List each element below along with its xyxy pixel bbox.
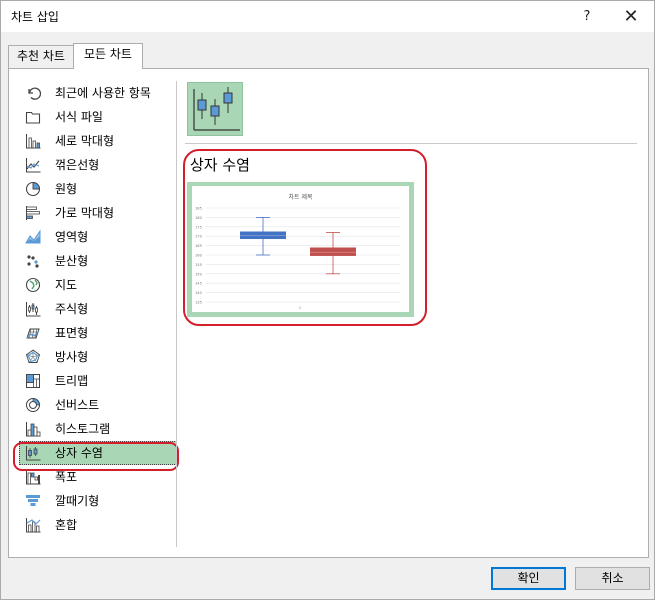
bar-chart-icon (26, 206, 40, 220)
stock-chart-icon (26, 302, 41, 317)
tab-all-charts[interactable]: 모든 차트 (73, 43, 143, 69)
chart-category-label: 표면형 (55, 326, 89, 340)
map-chart-icon (25, 277, 41, 293)
chart-category-label: 최근에 사용한 항목 (55, 86, 151, 100)
title-bar: 차트 삽입 ? ✕ (1, 1, 654, 32)
chart-category-label: 트리맵 (55, 374, 89, 388)
scatter-chart-icon (27, 255, 39, 268)
chart-category-item[interactable]: 꺾은선형 (19, 153, 177, 177)
chart-category-label: 깔때기형 (55, 494, 100, 508)
tab-recommended-charts[interactable]: 추천 차트 (8, 45, 74, 68)
chart-preview[interactable]: 차트 제목 135 140 145 150 155 160 165 170 175 180 185 1 (187, 182, 414, 317)
waterfall-chart-icon (26, 470, 41, 485)
chart-category-item[interactable]: 혼합 (19, 513, 177, 537)
y-tick-label: 175 (195, 225, 202, 229)
surface-chart-icon (26, 328, 40, 339)
chart-category-item[interactable]: 최근에 사용한 항목 (19, 81, 177, 105)
column-chart-icon (26, 134, 41, 149)
close-button[interactable]: ✕ (611, 1, 651, 32)
chart-category-label: 원형 (55, 182, 78, 196)
chart-category-item[interactable]: 방사형 (19, 345, 177, 369)
chart-category-item[interactable]: 서식 파일 (19, 105, 177, 129)
chart-category-label: 세로 막대형 (55, 134, 115, 148)
y-tick-label: 150 (195, 272, 203, 276)
ok-button[interactable]: 확인 (491, 567, 566, 590)
chart-category-item[interactable]: 선버스트 (19, 393, 177, 417)
x-tick-label: 1 (299, 306, 301, 310)
chart-category-item[interactable]: 표면형 (19, 321, 177, 345)
sunburst-chart-icon (26, 398, 40, 412)
y-tick-label: 140 (195, 291, 203, 295)
chart-category-label: 분산형 (55, 254, 89, 268)
chart-category-item[interactable]: 분산형 (19, 249, 177, 273)
chart-category-item[interactable]: 지도 (19, 273, 177, 297)
histogram-chart-icon (26, 422, 41, 437)
help-button[interactable]: ? (567, 1, 607, 32)
box (310, 247, 356, 256)
chart-category-item[interactable]: 세로 막대형 (19, 129, 177, 153)
dialog-title: 차트 삽입 (11, 10, 59, 24)
chart-category-item[interactable]: 영역형 (19, 225, 177, 249)
chart-subtype-box-whisker[interactable] (187, 82, 243, 136)
y-tick-label: 145 (195, 282, 202, 286)
divider (176, 81, 177, 547)
chart-category-label: 영역형 (55, 230, 89, 244)
insert-chart-dialog: 차트 삽입 ? ✕ 추천 차트 모든 차트 최근에 사용한 항목서식 파일세로 … (0, 0, 655, 600)
y-tick-label: 155 (195, 263, 202, 267)
y-tick-label: 165 (195, 244, 202, 248)
chart-category-label: 가로 막대형 (55, 206, 115, 220)
pie-chart-icon (25, 181, 41, 197)
chart-category-item[interactable]: 주식형 (19, 297, 177, 321)
y-tick-label: 135 (195, 301, 202, 305)
y-tick-label: 170 (195, 235, 203, 239)
chart-category-item[interactable]: 가로 막대형 (19, 201, 177, 225)
chart-type-heading: 상자 수염 (190, 156, 250, 174)
chart-category-item[interactable]: 히스토그램 (19, 417, 177, 441)
treemap-chart-icon (26, 374, 40, 388)
template-folder-icon (25, 111, 41, 124)
chart-category-label: 방사형 (55, 350, 89, 364)
y-tick-label: 185 (195, 207, 202, 211)
chart-category-label: 상자 수염 (55, 446, 103, 460)
funnel-chart-icon (26, 495, 40, 506)
chart-category-item[interactable]: 트리맵 (19, 369, 177, 393)
chart-category-label: 선버스트 (55, 398, 100, 412)
divider (185, 143, 637, 144)
box-whisker-subtype-icon (193, 87, 240, 131)
chart-category-item[interactable]: 원형 (19, 177, 177, 201)
chart-category-label: 혼합 (55, 518, 78, 532)
cancel-button[interactable]: 취소 (575, 567, 650, 590)
box-whisker-preview-plot: 135 140 145 150 155 160 165 170 175 180 185 1 (195, 207, 400, 310)
combo-chart-icon (26, 518, 41, 533)
box-whisker-chart-icon (26, 446, 41, 461)
y-tick-label: 180 (195, 216, 203, 220)
chart-preview-canvas: 차트 제목 135 140 145 150 155 160 165 170 175 180 185 1 (192, 186, 409, 312)
tab-content-panel: 최근에 사용한 항목서식 파일세로 막대형꺾은선형원형가로 막대형영역형분산형지… (8, 68, 649, 558)
chart-category-label: 서식 파일 (55, 110, 103, 124)
chart-category-label: 폭포 (55, 470, 78, 484)
chart-category-list: 최근에 사용한 항목서식 파일세로 막대형꺾은선형원형가로 막대형영역형분산형지… (19, 81, 177, 537)
recent-icon (28, 87, 41, 100)
area-chart-icon (25, 229, 41, 244)
chart-category-item[interactable]: 폭포 (19, 465, 177, 489)
chart-category-item[interactable]: 깔때기형 (19, 489, 177, 513)
chart-category-label: 주식형 (55, 302, 89, 316)
chart-category-label: 히스토그램 (55, 422, 111, 436)
chart-category-label: 꺾은선형 (55, 158, 100, 172)
y-tick-label: 160 (195, 254, 203, 258)
line-chart-icon (26, 158, 41, 173)
chart-category-item[interactable]: 상자 수염 (19, 441, 177, 465)
chart-category-label: 지도 (55, 278, 78, 292)
radar-chart-icon (25, 349, 41, 363)
